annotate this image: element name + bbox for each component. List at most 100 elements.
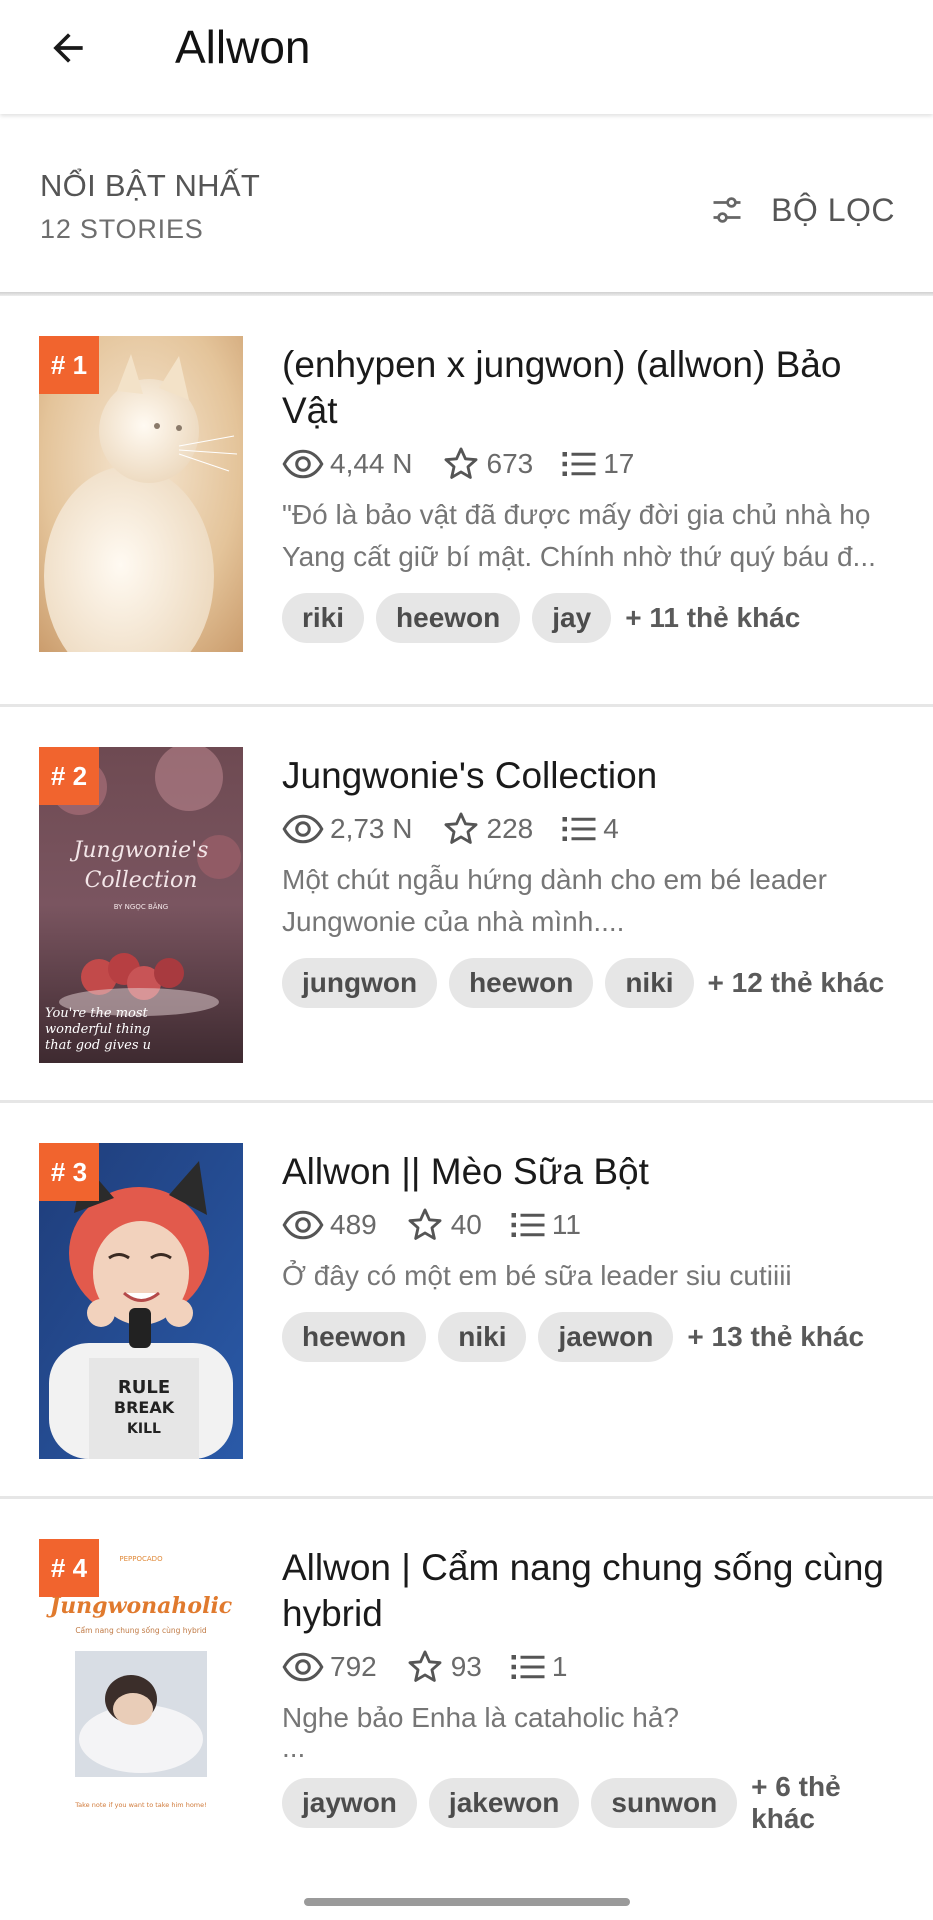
votes-count: 228: [486, 813, 534, 844]
tag-list: jungwon heewon niki + 12 thẻ khác: [282, 957, 902, 1009]
story-details: Allwon | Cẩm nang chung sống cùng hybrid…: [282, 1539, 902, 1834]
views-count: 489: [330, 1209, 377, 1240]
votes-count: 40: [450, 1209, 482, 1240]
views-count: 4,44 N: [330, 448, 413, 479]
tag-chip[interactable]: riki: [282, 593, 365, 643]
tag-list: heewon niki jaewon + 13 thẻ khác: [282, 1311, 902, 1363]
cover-note: Take note if you want to take him home!: [74, 1801, 206, 1809]
story-cover[interactable]: # 4 PEPPOCADO Jungwonaholic Cẩm nang chu…: [39, 1539, 243, 1855]
views-stat: 489: [282, 1209, 377, 1241]
tag-chip[interactable]: jaewon: [538, 1312, 674, 1362]
more-tags-link[interactable]: + 13 thẻ khác: [687, 1321, 864, 1353]
views-stat: 2,73 N: [282, 813, 413, 845]
rank-badge: # 4: [39, 1539, 99, 1597]
story-title[interactable]: Allwon | Cẩm nang chung sống cùng hybrid: [282, 1545, 902, 1637]
tag-list: jaywon jakewon sunwon + 6 thẻ khác: [282, 1771, 902, 1834]
story-description: Ở đây có một em bé sữa leader siu cutiii…: [282, 1260, 792, 1291]
parts-stat: 11: [510, 1209, 581, 1241]
story-details: (enhypen x jungwon) (allwon) Bảo Vật 4,4…: [282, 336, 902, 644]
app-bar: Allwon: [0, 0, 933, 114]
parts-count: 4: [603, 813, 619, 844]
more-tags-link[interactable]: + 11 thẻ khác: [625, 602, 800, 634]
cover-title-text: Jungwonie's: [70, 838, 209, 863]
story-item[interactable]: # 1 (enhypen x jungwon) (allwon) Bảo Vật…: [0, 296, 933, 704]
more-tags-link[interactable]: + 6 thẻ khác: [751, 1771, 902, 1835]
story-cover[interactable]: # 3 RULE BREAK KILL: [39, 1143, 243, 1459]
tag-chip[interactable]: jakewon: [428, 1778, 580, 1828]
cover-quote-3: that god gives u: [45, 1038, 151, 1053]
story-title[interactable]: Jungwonie's Collection: [282, 753, 902, 799]
story-cover[interactable]: # 1: [39, 336, 243, 652]
tag-chip[interactable]: niki: [605, 958, 694, 1008]
cover-title-text-2: Collection: [85, 868, 198, 893]
back-button[interactable]: [38, 18, 98, 78]
tag-chip[interactable]: jungwon: [282, 958, 438, 1008]
eye-icon: [282, 1652, 324, 1682]
cover-brand: PEPPOCADO: [119, 1555, 163, 1563]
cover-subtitle: Cẩm nang chung sống cùng hybrid: [75, 1626, 207, 1635]
list-icon: [562, 817, 596, 841]
votes-count: 93: [450, 1651, 482, 1682]
filter-button[interactable]: BỘ LỌC: [709, 180, 895, 240]
eye-icon: [282, 449, 324, 479]
tag-chip[interactable]: sunwon: [591, 1778, 738, 1828]
story-cover[interactable]: # 2 Jungwonie's Collection BY NGỌC BĂNG …: [39, 747, 243, 1063]
tag-chip[interactable]: niki: [438, 1312, 527, 1362]
story-title[interactable]: Allwon || Mèo Sữa Bột: [282, 1149, 902, 1195]
list-icon: [562, 452, 596, 476]
views-count: 2,73 N: [330, 813, 413, 844]
views-stat: 4,44 N: [282, 448, 413, 480]
page-title: Allwon: [175, 21, 311, 73]
story-description-line2: Yang cất giữ bí mật. Chính nhờ thứ quý b…: [282, 541, 876, 572]
cover-quote-1: You're the most: [45, 1006, 149, 1021]
cover-byline: BY NGỌC BĂNG: [114, 902, 168, 911]
tag-chip[interactable]: jay: [532, 593, 612, 643]
story-count: 12 STORIES: [40, 214, 204, 244]
list-icon: [511, 1213, 545, 1237]
votes-count: 673: [486, 448, 534, 479]
parts-stat: 4: [561, 813, 619, 845]
rank-badge: # 3: [39, 1143, 99, 1201]
eye-icon: [282, 814, 324, 844]
rank-badge: # 2: [39, 747, 99, 805]
parts-count: 1: [551, 1651, 568, 1682]
tag-chip[interactable]: heewon: [449, 958, 594, 1008]
star-icon: [408, 1208, 442, 1240]
rank-badge: # 1: [39, 336, 99, 394]
views-stat: 792: [282, 1651, 377, 1683]
story-stats: 792 93 1: [282, 1643, 902, 1691]
story-item[interactable]: # 2 Jungwonie's Collection BY NGỌC BĂNG …: [0, 707, 933, 1100]
section-header: NỔI BẬT NHẤT 12 STORIES BỘ LỌC: [0, 116, 933, 294]
shirt-print-1: RULE: [118, 1377, 170, 1398]
section-title: NỔI BẬT NHẤT: [40, 168, 261, 203]
shirt-print-3: KILL: [127, 1421, 161, 1437]
star-icon: [408, 1650, 442, 1682]
parts-count: 11: [551, 1209, 581, 1240]
parts-count: 17: [603, 448, 635, 479]
tag-chip[interactable]: heewon: [282, 1312, 427, 1362]
arrow-left-icon: [53, 33, 83, 63]
star-icon: [444, 812, 477, 844]
more-tags-link[interactable]: + 12 thẻ khác: [708, 967, 885, 999]
tag-chip[interactable]: heewon: [376, 593, 521, 643]
parts-stat: 1: [510, 1651, 568, 1683]
home-indicator[interactable]: [304, 1898, 630, 1906]
shirt-print-2: BREAK: [114, 1398, 175, 1417]
votes-stat: 228: [441, 810, 534, 848]
sliders-icon: [713, 197, 741, 223]
story-details: Jungwonie's Collection 2,73 N 228 4 Một …: [282, 747, 902, 1009]
tag-chip[interactable]: jaywon: [282, 1778, 417, 1828]
parts-stat: 17: [561, 448, 634, 480]
votes-stat: 93: [405, 1648, 482, 1686]
story-item[interactable]: # 4 PEPPOCADO Jungwonaholic Cẩm nang chu…: [0, 1499, 933, 1899]
story-title[interactable]: (enhypen x jungwon) (allwon) Bảo Vật: [282, 342, 902, 434]
eye-icon: [282, 1210, 324, 1240]
votes-stat: 40: [405, 1206, 482, 1244]
story-item[interactable]: # 3 RULE BREAK KILL Allwon || Mèo Sữa Bộ…: [0, 1103, 933, 1496]
story-description: Một chút ngẫu hứng dành cho em bé leader: [282, 864, 827, 895]
story-description-line2: Jungwonie của nhà mình....: [282, 906, 625, 937]
list-icon: [511, 1655, 545, 1679]
views-count: 792: [330, 1651, 377, 1682]
votes-stat: 673: [441, 445, 534, 483]
story-details: Allwon || Mèo Sữa Bột 489 40 11 Ở đây có…: [282, 1143, 902, 1363]
